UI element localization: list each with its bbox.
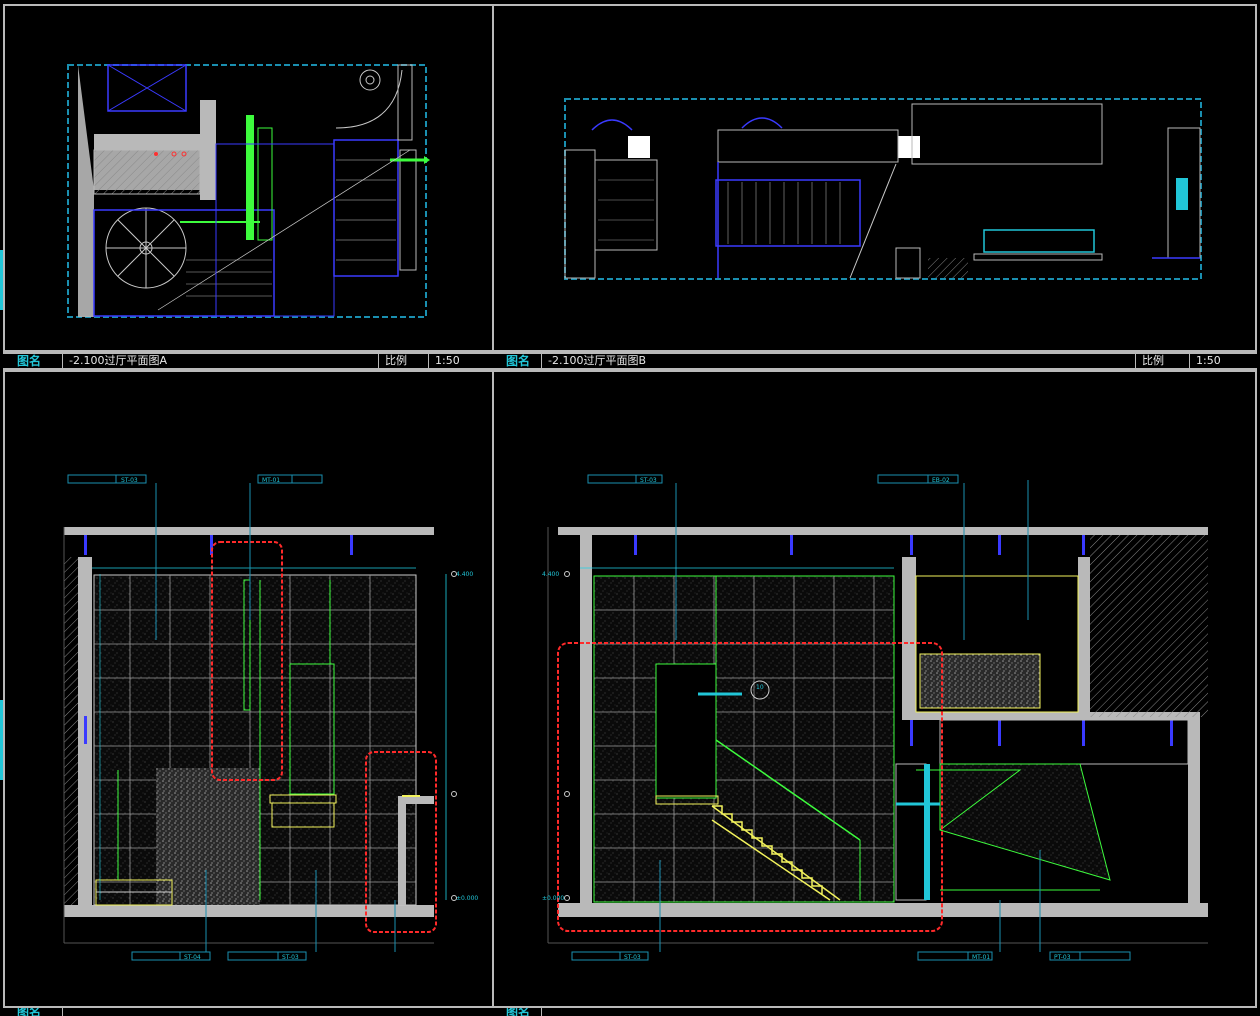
level-label: ±0.000 bbox=[542, 895, 564, 902]
tag-label: ST-03 bbox=[282, 954, 299, 961]
tag-label: ST-04 bbox=[184, 954, 201, 961]
compass-icon bbox=[359, 69, 381, 91]
tag-label: ST-03 bbox=[624, 954, 641, 961]
elevation-a: ST-03 MT-01 ST-04 ST-03 4.400 ±0.000 bbox=[63, 474, 478, 961]
cad-drawing: ST-03 MT-01 ST-04 ST-03 4.400 ±0.000 10 … bbox=[63, 64, 1208, 961]
callout-number: 10 bbox=[756, 684, 764, 691]
tag-label: MT-01 bbox=[972, 954, 990, 961]
plan-a bbox=[67, 64, 430, 318]
tag-label: EB-02 bbox=[932, 477, 950, 484]
level-label: 4.400 bbox=[456, 571, 473, 578]
level-label: ±0.000 bbox=[456, 895, 478, 902]
tag-label: ST-03 bbox=[121, 477, 138, 484]
spiral-stair-icon bbox=[105, 207, 187, 289]
tag-label: PT-03 bbox=[1054, 954, 1071, 961]
tag-label: MT-01 bbox=[262, 477, 280, 484]
elevation-b: 10 01 ST-03 EB-02 ST-03 MT-01 bbox=[542, 474, 1208, 961]
tag-label: ST-03 bbox=[640, 477, 657, 484]
level-label: 4.400 bbox=[542, 571, 559, 578]
plan-b bbox=[564, 98, 1202, 280]
